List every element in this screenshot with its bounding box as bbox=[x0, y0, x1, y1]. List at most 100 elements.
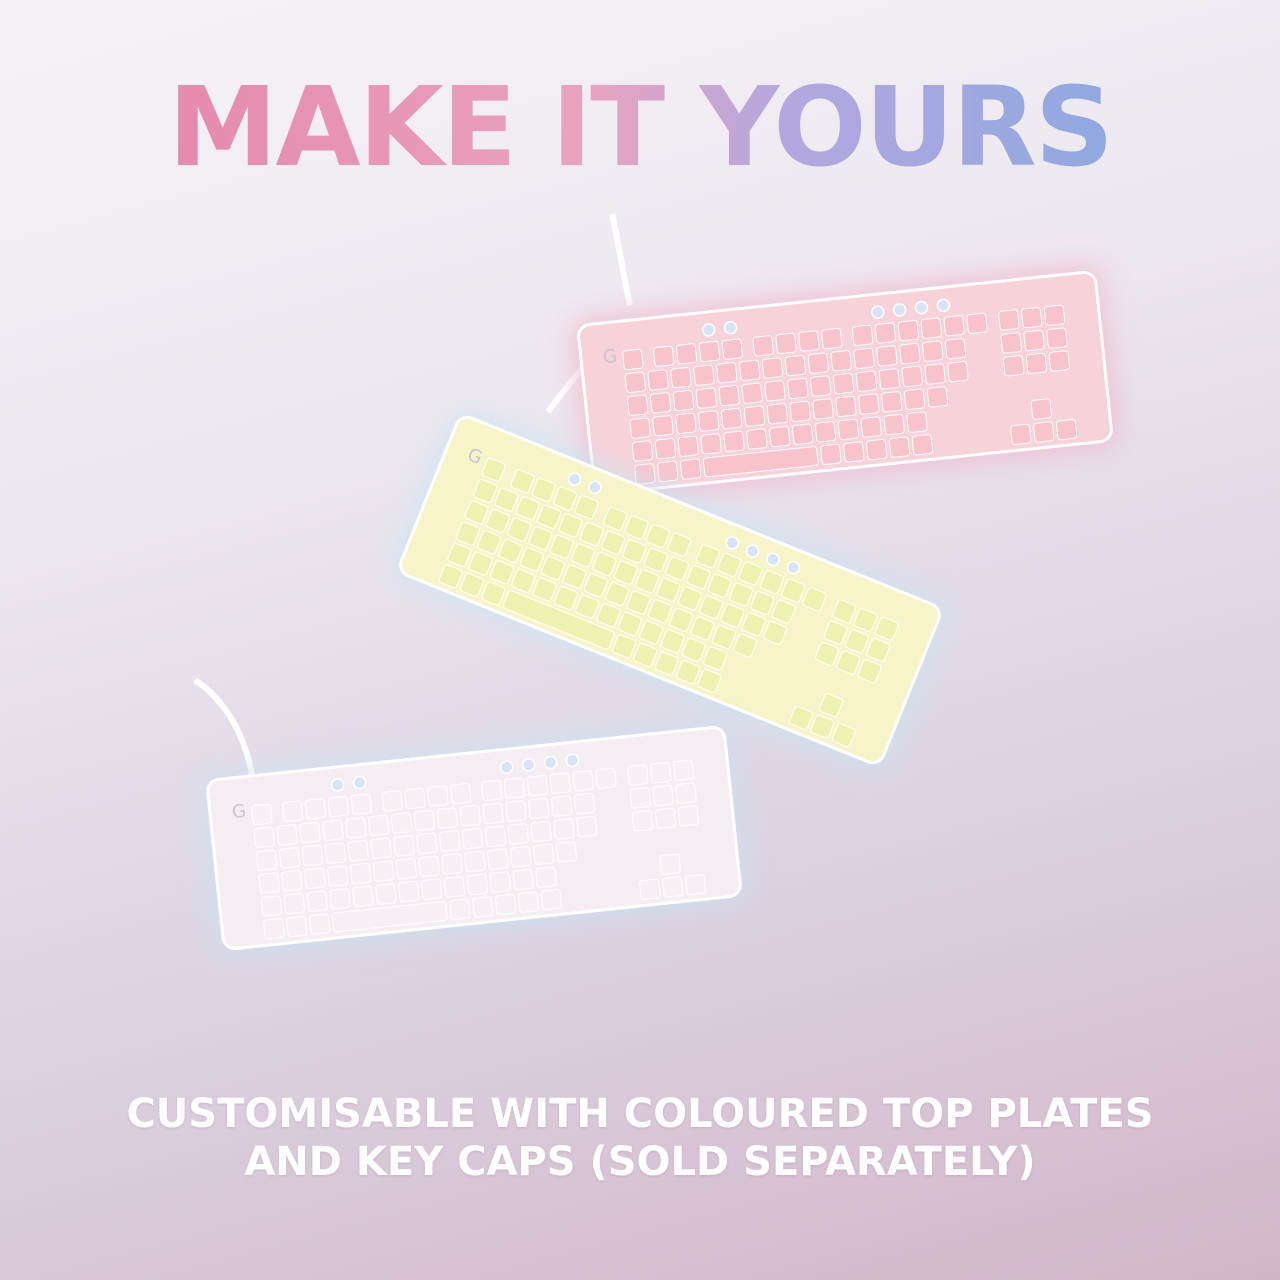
key bbox=[647, 369, 669, 391]
key bbox=[860, 416, 882, 438]
key bbox=[791, 423, 814, 445]
key bbox=[507, 823, 529, 845]
key bbox=[920, 317, 942, 339]
key bbox=[652, 784, 674, 807]
key bbox=[322, 819, 344, 841]
key bbox=[654, 807, 677, 830]
key bbox=[510, 846, 532, 868]
key bbox=[787, 377, 809, 400]
key bbox=[769, 425, 791, 448]
key bbox=[680, 458, 702, 480]
key bbox=[572, 770, 594, 792]
key bbox=[551, 795, 573, 817]
caption-line-1: CUSTOMISABLE WITH COLOURED TOP PLATES bbox=[126, 1091, 1154, 1137]
key bbox=[653, 345, 675, 367]
key bbox=[464, 850, 486, 873]
key bbox=[883, 413, 905, 436]
key bbox=[327, 865, 349, 887]
key bbox=[775, 332, 797, 355]
key bbox=[368, 814, 390, 837]
key bbox=[253, 826, 275, 849]
key bbox=[832, 373, 855, 395]
key bbox=[629, 417, 651, 439]
key bbox=[263, 918, 285, 940]
key bbox=[677, 435, 699, 457]
game-mode-button bbox=[701, 323, 716, 337]
key bbox=[251, 803, 273, 826]
key bbox=[375, 883, 397, 905]
key bbox=[764, 380, 786, 402]
key bbox=[281, 870, 303, 892]
key bbox=[943, 315, 965, 337]
key bbox=[276, 824, 298, 846]
key bbox=[723, 430, 745, 453]
key bbox=[345, 817, 367, 839]
key bbox=[677, 805, 700, 827]
key bbox=[482, 802, 504, 825]
key bbox=[924, 363, 946, 385]
key bbox=[675, 782, 697, 804]
key bbox=[576, 815, 598, 838]
key bbox=[700, 433, 722, 455]
key bbox=[1030, 398, 1052, 420]
key bbox=[404, 787, 426, 810]
key bbox=[413, 809, 436, 832]
key bbox=[282, 800, 304, 822]
key bbox=[888, 436, 911, 458]
key bbox=[286, 915, 308, 938]
key bbox=[874, 322, 897, 344]
media-button bbox=[871, 305, 885, 319]
key bbox=[472, 896, 494, 918]
key bbox=[855, 370, 878, 392]
key bbox=[649, 392, 672, 414]
key bbox=[503, 777, 526, 799]
key bbox=[1055, 418, 1078, 441]
key bbox=[390, 812, 413, 834]
key bbox=[480, 779, 503, 802]
key bbox=[283, 892, 306, 915]
key bbox=[843, 441, 865, 463]
key bbox=[812, 398, 834, 420]
key bbox=[260, 895, 283, 917]
media-button bbox=[543, 755, 558, 770]
key bbox=[622, 348, 644, 371]
key bbox=[698, 410, 720, 432]
key bbox=[258, 872, 280, 894]
key bbox=[814, 421, 837, 443]
key bbox=[1033, 421, 1055, 443]
key bbox=[903, 388, 926, 410]
key bbox=[306, 890, 328, 912]
key bbox=[878, 368, 900, 390]
key bbox=[441, 853, 463, 875]
key bbox=[595, 767, 617, 790]
key bbox=[652, 415, 674, 437]
key bbox=[309, 913, 331, 935]
game-mode-button bbox=[330, 778, 345, 792]
media-button bbox=[500, 760, 514, 774]
key bbox=[459, 805, 481, 827]
key bbox=[911, 434, 934, 456]
key bbox=[549, 772, 571, 794]
key bbox=[494, 893, 517, 916]
keyboards-illustration: G G G bbox=[193, 213, 1118, 955]
key bbox=[675, 412, 697, 435]
key bbox=[876, 345, 898, 367]
key bbox=[540, 889, 563, 911]
key bbox=[789, 400, 811, 422]
media-button bbox=[521, 758, 536, 772]
key bbox=[512, 868, 534, 891]
key bbox=[517, 891, 540, 913]
key bbox=[1021, 306, 1043, 329]
key bbox=[752, 335, 774, 357]
key bbox=[449, 898, 471, 921]
media-button bbox=[892, 303, 907, 317]
key bbox=[944, 338, 967, 360]
key bbox=[746, 428, 768, 450]
caption: CUSTOMISABLE WITH COLOURED TOP PLATES AN… bbox=[0, 1090, 1280, 1186]
key bbox=[553, 818, 575, 840]
key bbox=[1046, 327, 1068, 349]
cable-pink bbox=[609, 213, 633, 306]
media-button bbox=[565, 753, 580, 768]
key bbox=[443, 876, 466, 898]
key bbox=[466, 873, 489, 896]
